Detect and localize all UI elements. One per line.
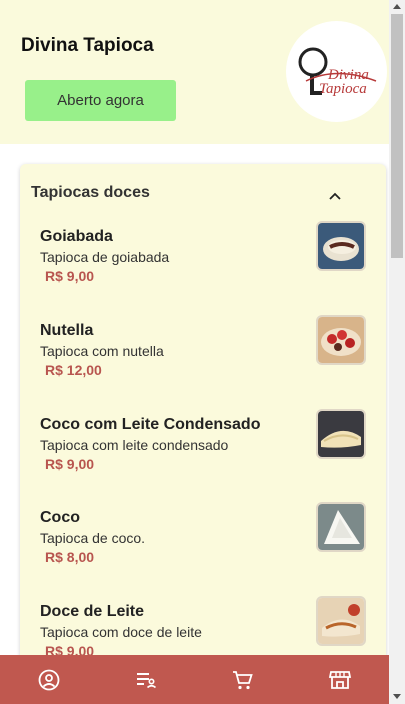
nav-store-button[interactable] [320, 660, 360, 700]
item-name: Nutella [40, 322, 94, 339]
category-card: Tapiocas doces Goiabada Tapioca de goiab… [20, 164, 386, 684]
page: Divina Tapioca Aberto agora Divina Tapio… [0, 0, 389, 704]
chevron-up-icon [329, 192, 341, 200]
nav-menu-button[interactable] [126, 660, 166, 700]
tapioca-goiabada-photo [316, 221, 366, 271]
menu-item[interactable]: Nutella Tapioca com nutella R$ 12,00 [20, 315, 386, 402]
store-name: Divina Tapioca [21, 35, 154, 56]
scroll-up-arrow-icon[interactable] [393, 4, 401, 9]
item-description: Tapioca com doce de leite [40, 624, 202, 640]
menu-item[interactable]: Coco com Leite Condensado Tapioca com le… [20, 409, 386, 496]
item-description: Tapioca de coco. [40, 530, 146, 546]
item-name: Goiabada [40, 228, 113, 245]
item-name: Coco com Leite Condensado [40, 416, 261, 433]
tapioca-nutella-photo [316, 315, 366, 365]
item-price: R$ 12,00 [45, 362, 102, 378]
collapse-button[interactable] [323, 184, 347, 208]
item-name: Coco [40, 509, 80, 526]
tapioca-coco-leite-photo [316, 409, 366, 459]
logo-text-2: Tapioca [319, 81, 367, 97]
item-price: R$ 8,00 [45, 549, 95, 565]
store-logo: Divina Tapioca [286, 21, 387, 122]
item-description: Tapioca com leite condensado [40, 437, 229, 453]
item-price: R$ 9,00 [45, 268, 95, 284]
cart-icon [233, 670, 253, 689]
scroll-thumb[interactable] [391, 14, 403, 258]
nav-profile-button[interactable] [29, 660, 69, 700]
item-name: Doce de Leite [40, 603, 145, 620]
scroll-down-arrow-icon[interactable] [393, 694, 401, 699]
bottom-navigation [0, 655, 389, 704]
tapioca-coco-photo [316, 502, 366, 552]
store-header: Divina Tapioca Aberto agora Divina Tapio… [0, 0, 389, 144]
nav-cart-button[interactable] [223, 660, 263, 700]
item-description: Tapioca com nutella [40, 343, 164, 359]
user-circle-icon [38, 669, 60, 690]
open-status-badge: Aberto agora [25, 80, 176, 121]
item-price: R$ 9,00 [45, 456, 95, 472]
menu-item[interactable]: Goiabada Tapioca de goiabada R$ 9,00 [20, 221, 386, 308]
page-scrollbar[interactable] [389, 0, 405, 704]
item-description: Tapioca de goiabada [40, 249, 170, 265]
category-title: Tapiocas doces [31, 184, 150, 201]
menu-item[interactable]: Coco Tapioca de coco. R$ 8,00 [20, 502, 386, 589]
menu-list-icon [136, 672, 156, 688]
store-icon [329, 670, 352, 689]
tapioca-doce-de-leite-photo [316, 596, 366, 646]
